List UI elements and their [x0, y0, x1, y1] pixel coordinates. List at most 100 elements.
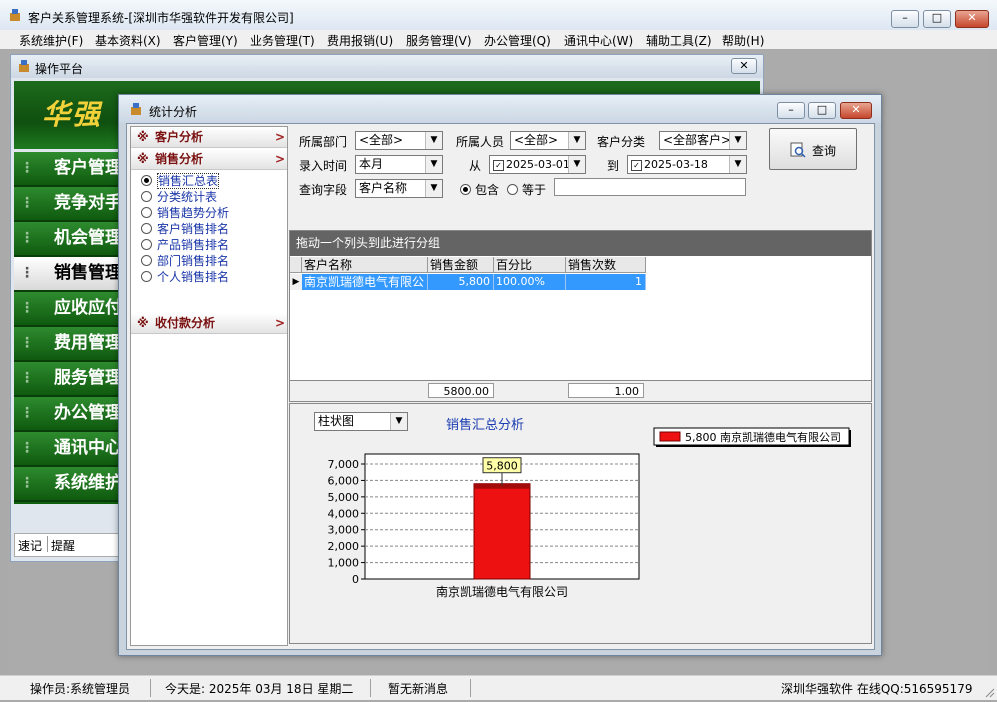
from-date-picker[interactable]: ✓ 2025-03-01 ▼ — [489, 155, 586, 174]
nav-expense[interactable]: ⋮ 费用管理 — [14, 327, 132, 362]
col-header-customer[interactable]: 客户名称 — [302, 257, 428, 273]
chevron-down-icon: ▼ — [568, 156, 585, 173]
nav-competitor[interactable]: ⋮ 竞争对手 — [14, 187, 132, 222]
resize-grip-icon[interactable] — [983, 686, 995, 701]
maximize-button[interactable]: □ — [923, 10, 951, 28]
y-tick-label: 4,000 — [328, 507, 360, 520]
x-tick-label: 南京凯瑞德电气有限公司 — [436, 584, 568, 599]
table-cell[interactable]: 5,800 — [428, 274, 494, 290]
grip-icon: ⋮ — [20, 370, 34, 386]
grip-icon: ⋮ — [20, 405, 34, 421]
grip-icon: ⋮ — [20, 230, 34, 246]
menu-comm[interactable]: 通讯中心(W) — [564, 32, 633, 49]
status-divider — [370, 679, 371, 697]
chevron-down-icon: ▼ — [729, 156, 746, 173]
menu-tools[interactable]: 辅助工具(Z) — [646, 32, 712, 49]
stat-minimize-button[interactable]: – — [777, 102, 805, 119]
radio-personal-ranking[interactable]: 个人销售排名 — [141, 269, 229, 285]
nav-service[interactable]: ⋮ 服务管理 — [14, 362, 132, 397]
chevron-down-icon: ▼ — [425, 180, 442, 197]
menu-system[interactable]: 系统维护(F) — [19, 32, 83, 49]
staff-select[interactable]: <全部> ▼ — [510, 131, 586, 150]
grip-icon: ⋮ — [20, 440, 34, 456]
tab-divider — [47, 536, 48, 552]
chevron-down-icon: ▼ — [568, 132, 585, 149]
chevron-down-icon: ▼ — [425, 156, 442, 173]
custtype-select[interactable]: <全部客户> ▼ — [659, 131, 747, 150]
radio-customer-ranking[interactable]: 客户销售排名 — [141, 221, 229, 237]
col-header-percent[interactable]: 百分比 — [494, 257, 566, 273]
y-tick-label: 0 — [352, 573, 359, 586]
nav-comm[interactable]: ⋮ 通讯中心 — [14, 432, 132, 467]
staff-label: 所属人员 — [456, 135, 505, 149]
radio-sales-trend[interactable]: 销售趋势分析 — [141, 205, 229, 221]
y-tick-label: 2,000 — [328, 540, 360, 553]
field-select[interactable]: 客户名称 ▼ — [355, 179, 443, 198]
y-tick-label: 3,000 — [328, 524, 360, 537]
group-by-area[interactable]: 拖动一个列头到此进行分组 — [290, 231, 871, 256]
tab-memo[interactable]: 速记 — [18, 537, 42, 554]
group-customer-analysis[interactable]: ※ 客户分析 > — [131, 127, 287, 148]
to-date-picker[interactable]: ✓ 2025-03-18 ▼ — [627, 155, 747, 174]
chevron-right-icon: > — [274, 152, 285, 166]
radio-category-stats[interactable]: 分类统计表 — [141, 189, 217, 205]
status-company: 深圳华强软件 在线QQ:516595179 — [781, 682, 973, 696]
query-button[interactable]: 查询 — [769, 128, 857, 170]
radio-contains[interactable]: 包含 — [460, 181, 499, 198]
col-header-count[interactable]: 销售次数 — [566, 257, 646, 273]
data-label: 5,800 — [486, 460, 518, 473]
nav-system[interactable]: ⋮ 系统维护 — [14, 467, 132, 502]
table-cell[interactable]: 100.00% — [494, 274, 566, 290]
nav-sales[interactable]: ⋮ 销售管理 — [14, 257, 132, 292]
dept-select[interactable]: <全部> ▼ — [355, 131, 443, 150]
time-label: 录入时间 — [299, 159, 348, 173]
menu-basic-data[interactable]: 基本资料(X) — [95, 32, 161, 49]
group-sales-analysis[interactable]: ※ 销售分析 > — [131, 149, 287, 170]
platform-nav: ⋮ 客户管理 ⋮ 竞争对手 ⋮ 机会管理 ⋮ 销售管理 ⋮ 应收应付 ⋮ 费用管理 ⋮ 服务管… — [14, 152, 132, 504]
analysis-panel: ※ 客户分析 > ※ 销售分析 > 销售汇总表 分类统计表 销售趋势分析 客户销… — [130, 126, 288, 646]
nav-office[interactable]: ⋮ 办公管理 — [14, 397, 132, 432]
checkbox-icon: ✓ — [631, 160, 642, 171]
radio-icon — [141, 175, 152, 186]
grip-icon: ⋮ — [20, 300, 34, 316]
y-tick-label: 1,000 — [328, 557, 360, 570]
row-indicator-header — [290, 257, 302, 273]
group-payment-analysis[interactable]: ※ 收付款分析 > — [131, 313, 287, 334]
nav-opportunity[interactable]: ⋮ 机会管理 — [14, 222, 132, 257]
menu-business[interactable]: 业务管理(T) — [250, 32, 315, 49]
minimize-button[interactable]: – — [891, 10, 919, 28]
time-select[interactable]: 本月 ▼ — [355, 155, 443, 174]
table-cell[interactable]: 南京凯瑞德电气有限公 — [302, 274, 428, 290]
stat-close-button[interactable]: ✕ — [840, 102, 872, 119]
grip-icon: ⋮ — [20, 265, 34, 281]
platform-close-button[interactable]: ✕ — [731, 58, 757, 74]
menu-expense[interactable]: 费用报销(U) — [327, 32, 393, 49]
platform-titlebar: 操作平台 ✕ — [11, 55, 763, 78]
radio-sales-summary[interactable]: 销售汇总表 — [141, 173, 220, 189]
bar — [473, 483, 531, 580]
y-tick-label: 5,000 — [328, 491, 360, 504]
nav-customer[interactable]: ⋮ 客户管理 — [14, 152, 132, 187]
menu-office[interactable]: 办公管理(Q) — [484, 32, 551, 49]
field-label: 查询字段 — [299, 183, 348, 197]
table-cell[interactable]: 1 — [566, 274, 646, 290]
company-logo: 华强 — [42, 98, 103, 131]
radio-product-ranking[interactable]: 产品销售排名 — [141, 237, 229, 253]
status-date: 今天是: 2025年 03月 18日 星期二 — [165, 682, 354, 696]
nav-receivable[interactable]: ⋮ 应收应付 — [14, 292, 132, 327]
menu-service[interactable]: 服务管理(V) — [406, 32, 472, 49]
data-grid: 拖动一个列头到此进行分组 客户名称 销售金额 百分比 销售次数 ▶ 南京凯瑞德电… — [289, 230, 872, 402]
stat-window: 统计分析 – □ ✕ ※ 客户分析 > ※ 销售分析 > 销售汇总表 分类统计表… — [118, 94, 882, 656]
col-header-amount[interactable]: 销售金额 — [428, 257, 494, 273]
radio-equals[interactable]: 等于 — [507, 181, 546, 198]
y-tick-label: 7,000 — [328, 458, 360, 471]
radio-dept-ranking[interactable]: 部门销售排名 — [141, 253, 229, 269]
tab-reminder[interactable]: 提醒 — [51, 537, 75, 554]
chevron-down-icon: ▼ — [729, 132, 746, 149]
query-input[interactable] — [554, 178, 746, 196]
close-button[interactable]: ✕ — [955, 10, 989, 28]
menu-help[interactable]: 帮助(H) — [722, 32, 764, 49]
stat-maximize-button[interactable]: □ — [808, 102, 836, 119]
status-divider — [150, 679, 151, 697]
menu-customer[interactable]: 客户管理(Y) — [173, 32, 238, 49]
